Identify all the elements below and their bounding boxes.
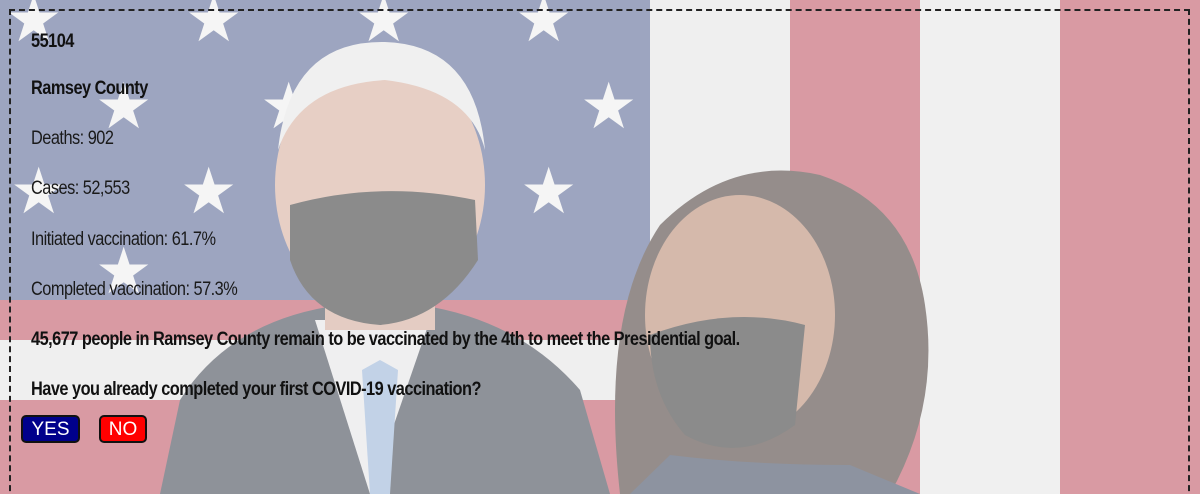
no-button[interactable]: NO [99, 415, 147, 443]
vaccination-question: Have you already completed your first CO… [31, 379, 481, 400]
cases-stat: Cases: 52,553 [31, 178, 130, 199]
deaths-stat: Deaths: 902 [31, 128, 114, 149]
completed-vaccination-stat: Completed vaccination: 57.3% [31, 279, 238, 300]
widget-stage: ★ ★ ★ ★ ★ ★ ★ ★ ★ ★ ★ [0, 0, 1200, 494]
yes-button[interactable]: YES [21, 415, 80, 443]
zip-code: 55104 [31, 31, 74, 52]
initiated-vaccination-stat: Initiated vaccination: 61.7% [31, 229, 216, 250]
remaining-message: 45,677 people in Ramsey County remain to… [31, 329, 740, 350]
county-name: Ramsey County [31, 78, 148, 99]
vaccination-panel: 55104 Ramsey County Deaths: 902 Cases: 5… [9, 9, 1190, 494]
